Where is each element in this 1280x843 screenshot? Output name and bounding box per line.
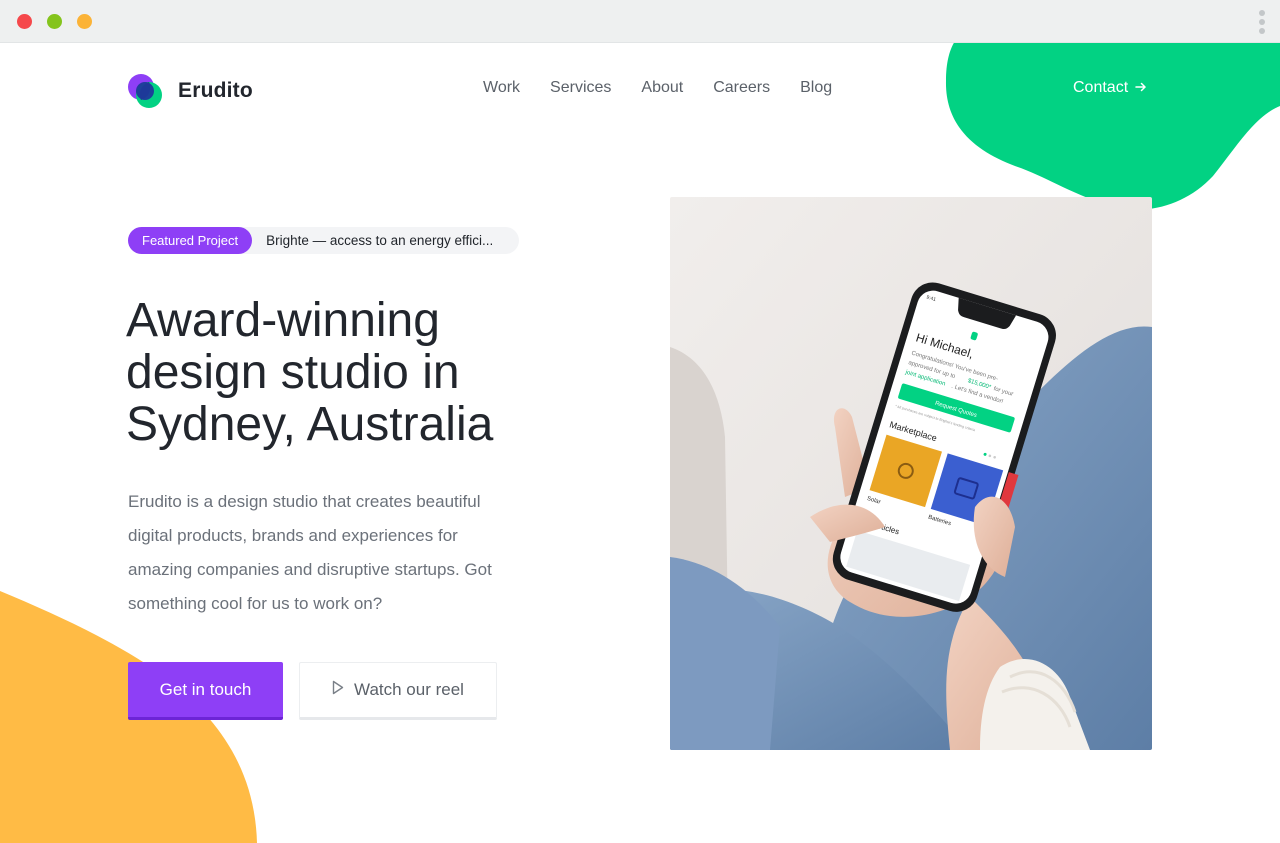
headline-line-3: Sydney, Australia bbox=[126, 398, 494, 451]
headline-line-1: Award-winning bbox=[126, 294, 440, 347]
nav-item-blog[interactable]: Blog bbox=[800, 79, 832, 97]
main-nav: Work Services About Careers Blog bbox=[483, 79, 862, 97]
nav-item-services[interactable]: Services bbox=[550, 79, 611, 97]
contact-link[interactable]: Contact bbox=[1073, 79, 1147, 97]
get-in-touch-button[interactable]: Get in touch bbox=[128, 662, 283, 720]
play-icon bbox=[332, 680, 344, 700]
watch-reel-label: Watch our reel bbox=[354, 680, 464, 699]
nav-item-work[interactable]: Work bbox=[483, 79, 520, 97]
brand-name: Erudito bbox=[178, 79, 253, 102]
arrow-right-icon bbox=[1135, 80, 1147, 96]
more-options-icon[interactable] bbox=[1258, 10, 1266, 34]
minimize-window-icon[interactable] bbox=[47, 14, 62, 29]
logo-mark-icon bbox=[128, 73, 164, 109]
landing-page: Erudito Work Services About Careers Blog… bbox=[0, 43, 1280, 843]
nav-item-careers[interactable]: Careers bbox=[713, 79, 770, 97]
featured-project-text: Brighte — access to an energy effici... bbox=[266, 233, 494, 248]
headline-line-2: design studio in bbox=[126, 346, 460, 399]
browser-chrome bbox=[0, 0, 1280, 43]
featured-project-pill[interactable]: Featured Project Brighte — access to an … bbox=[128, 227, 519, 254]
hero-description: Erudito is a design studio that creates … bbox=[128, 492, 492, 613]
hero-photo: 9:41 Hi Michael, Congratulations! You've… bbox=[670, 197, 1152, 750]
contact-label: Contact bbox=[1073, 79, 1129, 96]
maximize-window-icon[interactable] bbox=[77, 14, 92, 29]
page-title: Award-winning design studio in Sydney, A… bbox=[126, 295, 546, 451]
close-window-icon[interactable] bbox=[17, 14, 32, 29]
brand-logo[interactable]: Erudito bbox=[128, 73, 253, 109]
featured-badge: Featured Project bbox=[128, 227, 253, 254]
watch-reel-button[interactable]: Watch our reel bbox=[299, 662, 497, 720]
get-in-touch-label: Get in touch bbox=[159, 679, 252, 699]
decorative-green-blob bbox=[945, 43, 1280, 210]
nav-item-about[interactable]: About bbox=[641, 79, 683, 97]
